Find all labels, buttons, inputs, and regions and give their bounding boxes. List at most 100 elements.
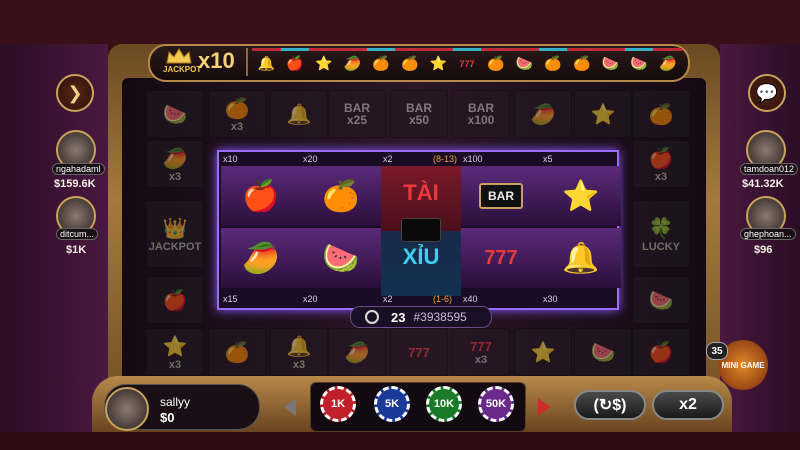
watermelon-icon: 🍉 bbox=[590, 341, 616, 364]
chip-50k[interactable]: 50K bbox=[478, 386, 514, 422]
bet-cell-apple[interactable]: 🍎 bbox=[221, 166, 301, 226]
clover-icon: 🍀 bbox=[648, 217, 674, 240]
multiplier-label: x20 bbox=[303, 154, 318, 164]
history-item: 🍊 bbox=[395, 48, 425, 76]
history-item: 🍉 bbox=[510, 48, 539, 76]
bg-cell: 🍎 bbox=[632, 328, 690, 376]
history-item: 🍎 bbox=[280, 48, 310, 76]
player-balance: $96 bbox=[754, 244, 773, 256]
bet-cell-bar[interactable]: BAR bbox=[461, 166, 541, 226]
rebet-button[interactable]: (↻$) bbox=[574, 390, 646, 420]
jackpot-label: JACKPOT bbox=[163, 65, 202, 74]
bg-cell: BAR x50 bbox=[390, 90, 448, 138]
chip-5k[interactable]: 5K bbox=[374, 386, 410, 422]
multiplier-label: x40 bbox=[463, 294, 478, 304]
bg-cell: ⭐ x3 bbox=[146, 328, 204, 376]
mango-icon: 🥭 bbox=[344, 341, 370, 364]
history-item: 🍊 bbox=[567, 48, 597, 76]
orange-icon: 🍊 bbox=[224, 97, 250, 120]
bg-cell: 777 bbox=[390, 328, 448, 376]
chip-1k[interactable]: 1K bbox=[320, 386, 356, 422]
dice-display bbox=[401, 218, 441, 242]
multiplier-label: x10 bbox=[223, 154, 238, 164]
bottom-strip bbox=[0, 432, 800, 450]
bg-cell: 🍎 x3 bbox=[632, 140, 690, 188]
multiplier-label: x15 bbox=[223, 294, 238, 304]
bg-cell: 🍊 bbox=[208, 328, 266, 376]
apple-icon: 🍎 bbox=[162, 289, 188, 312]
round-timer: 23 #3938595 bbox=[350, 306, 492, 328]
bg-cell: 777 x3 bbox=[452, 328, 510, 376]
history-item: 🍊 bbox=[538, 48, 568, 76]
mini-game-label: MINI GAME bbox=[721, 360, 765, 370]
seven-icon: 777 bbox=[484, 246, 518, 269]
jackpot-multiplier: x10 bbox=[198, 48, 235, 73]
crown-icon: 👑 bbox=[162, 217, 188, 240]
bell-icon: 🔔 bbox=[286, 335, 312, 358]
star-icon: ⭐ bbox=[530, 341, 556, 364]
bell-icon: 🔔 bbox=[286, 103, 312, 126]
bg-cell: BAR x25 bbox=[328, 90, 386, 138]
bet-cell-orange[interactable]: 🍊 bbox=[301, 166, 381, 226]
bg-cell: 🍉 bbox=[632, 276, 690, 324]
watermelon-icon: 🍉 bbox=[648, 289, 674, 312]
multiplier-label: x2 bbox=[383, 154, 393, 164]
player-balance: $1K bbox=[66, 244, 87, 256]
mango-icon: 🥭 bbox=[162, 147, 188, 170]
chat-button[interactable]: 💬 bbox=[748, 74, 786, 112]
history-item: 🥭 bbox=[653, 48, 683, 76]
history-item: ⭐ bbox=[424, 48, 453, 76]
seven-icon: 777 bbox=[470, 338, 492, 354]
history-item: 777 bbox=[452, 48, 482, 76]
chevron-right-icon: ❯ bbox=[67, 82, 83, 103]
chip-prev-arrow[interactable] bbox=[284, 398, 296, 416]
bet-cell-seven[interactable]: 777 bbox=[461, 228, 541, 288]
bet-cell-watermelon[interactable]: 🍉 bbox=[301, 228, 381, 288]
star-icon: ⭐ bbox=[562, 179, 600, 213]
top-strip bbox=[0, 0, 800, 44]
history-item: 🍉 bbox=[624, 48, 654, 76]
player-name: tamdoan012 bbox=[740, 163, 799, 175]
mango-icon: 🥭 bbox=[530, 103, 556, 126]
history-item: 🍉 bbox=[596, 48, 625, 76]
bg-cell: 🔔 x3 bbox=[270, 328, 328, 376]
header-divider bbox=[246, 48, 248, 76]
tai-bet-button[interactable]: TÀI bbox=[391, 180, 451, 206]
bg-cell: 👑 JACKPOT bbox=[146, 200, 204, 268]
bg-cell: 🍉 bbox=[146, 90, 204, 138]
avatar[interactable] bbox=[105, 387, 149, 431]
bg-cell: 🍊 x3 bbox=[208, 90, 266, 138]
chip-10k[interactable]: 10K bbox=[426, 386, 462, 422]
back-button[interactable]: ❯ bbox=[56, 74, 94, 112]
xiu-bet-button[interactable]: XỈU bbox=[391, 244, 451, 270]
double-bet-button[interactable]: x2 bbox=[652, 390, 724, 420]
chat-icon: 💬 bbox=[755, 82, 779, 103]
bg-cell: 🥭 bbox=[328, 328, 386, 376]
apple-icon: 🍎 bbox=[648, 147, 674, 170]
mini-game-badge: 35 bbox=[706, 342, 728, 360]
player-balance: $41.32K bbox=[742, 178, 784, 190]
history-item: 🍊 bbox=[481, 48, 511, 76]
orange-icon: 🍊 bbox=[322, 179, 360, 213]
player-name: ghephoan... bbox=[740, 228, 796, 240]
history-item: 🥭 bbox=[338, 48, 367, 76]
multiplier-label: x5 bbox=[543, 154, 553, 164]
star-icon: ⭐ bbox=[162, 335, 188, 358]
bet-cell-mango[interactable]: 🥭 bbox=[221, 228, 301, 288]
crown-icon bbox=[166, 48, 192, 64]
bet-cell-bell[interactable]: 🔔 bbox=[541, 228, 621, 288]
history-item: 🔔 bbox=[252, 48, 281, 76]
orange-icon: 🍊 bbox=[224, 341, 250, 364]
bg-cell: ⭐ bbox=[514, 328, 572, 376]
bg-cell: 🔔 bbox=[270, 90, 328, 138]
history-item: 🍊 bbox=[366, 48, 396, 76]
apple-icon: 🍎 bbox=[648, 341, 674, 364]
history-item: ⭐ bbox=[309, 48, 339, 76]
star-icon: ⭐ bbox=[590, 103, 616, 126]
chip-next-arrow[interactable] bbox=[538, 398, 550, 416]
player-balance: $159.6K bbox=[54, 178, 96, 190]
bet-cell-star[interactable]: ⭐ bbox=[541, 166, 621, 226]
countdown: 23 bbox=[391, 309, 406, 325]
player-name: ditcum... bbox=[56, 228, 99, 240]
bg-cell: 🥭 x3 bbox=[146, 140, 204, 188]
